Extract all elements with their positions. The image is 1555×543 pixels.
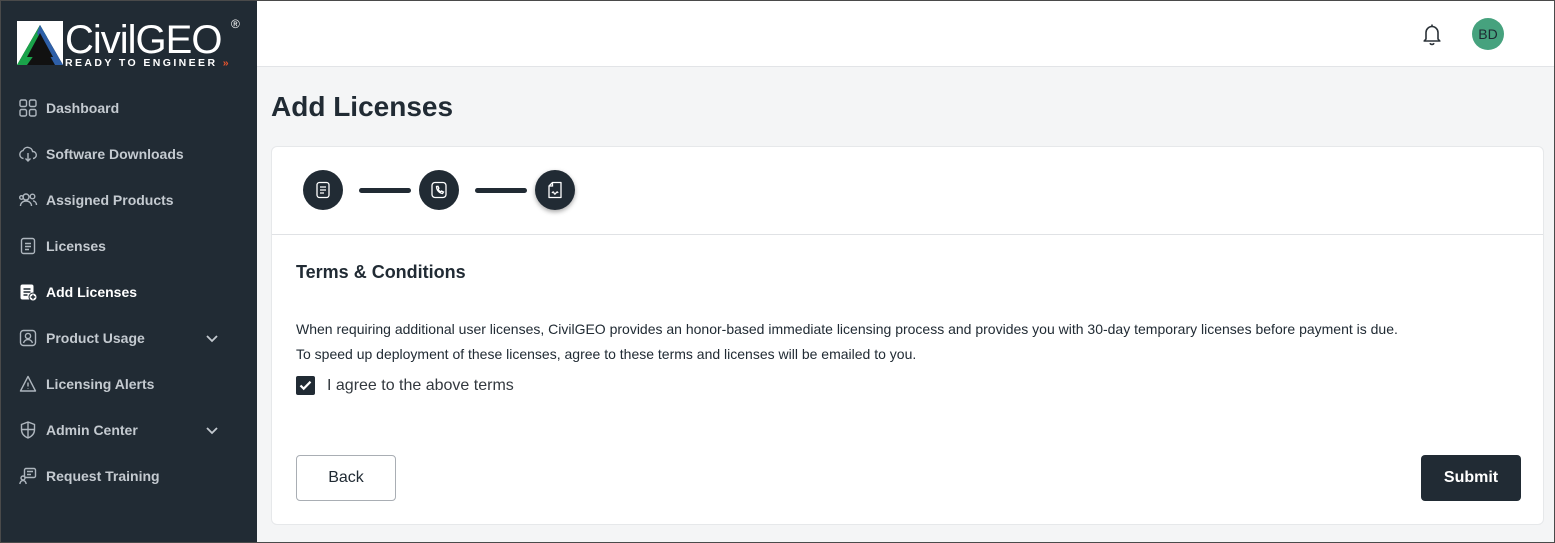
- civilgeo-logo[interactable]: CivilGEO ® READY TO ENGINEER »: [17, 17, 243, 69]
- registered-mark: ®: [231, 17, 240, 31]
- cloud-download-icon: [18, 144, 38, 164]
- sidebar-item-label: Request Training: [46, 468, 160, 484]
- sidebar-item-assigned-products[interactable]: Assigned Products: [1, 177, 257, 223]
- agree-checkbox[interactable]: [296, 376, 315, 395]
- app-window: CivilGEO ® READY TO ENGINEER » Dashboard…: [0, 0, 1555, 543]
- logo-tagline: READY TO ENGINEER »: [65, 57, 229, 69]
- training-icon: [18, 466, 38, 486]
- terms-line-2: To speed up deployment of these licenses…: [296, 346, 917, 362]
- terms-title: Terms & Conditions: [296, 262, 466, 282]
- sidebar-item-software-downloads[interactable]: Software Downloads: [1, 131, 257, 177]
- logo-mark-icon: [17, 21, 63, 65]
- sidebar-item-label: Software Downloads: [46, 146, 184, 162]
- add-document-icon: [18, 282, 38, 302]
- terms-line-1: When requiring additional user licenses,…: [296, 321, 1398, 337]
- chevron-down-icon[interactable]: [204, 330, 220, 346]
- stepper: [272, 147, 1543, 235]
- top-bar: BD: [257, 1, 1554, 67]
- document-icon: [18, 236, 38, 256]
- usage-icon: [18, 328, 38, 348]
- sidebar-item-label: Admin Center: [46, 422, 138, 438]
- sidebar-item-admin-center[interactable]: Admin Center: [1, 407, 257, 453]
- page-title: Add Licenses: [271, 91, 454, 122]
- sidebar: CivilGEO ® READY TO ENGINEER » Dashboard…: [1, 1, 257, 542]
- phone-icon: [431, 181, 447, 199]
- sidebar-item-label: Licensing Alerts: [46, 376, 155, 392]
- chevron-down-icon[interactable]: [204, 422, 220, 438]
- checkmark-icon: [299, 380, 312, 391]
- terms-text: When requiring additional user licenses,…: [296, 317, 1398, 367]
- step-1-document: [303, 170, 343, 210]
- bell-icon[interactable]: [1421, 22, 1443, 46]
- shield-icon: [18, 420, 38, 440]
- grid-icon: [18, 98, 38, 118]
- agree-terms-row[interactable]: I agree to the above terms: [296, 376, 514, 395]
- add-licenses-card: Terms & Conditions When requiring additi…: [271, 146, 1544, 525]
- sidebar-item-dashboard[interactable]: Dashboard: [1, 85, 257, 131]
- tagline-arrows: »: [222, 57, 229, 69]
- document-icon: [316, 181, 330, 199]
- contract-icon: [548, 181, 562, 199]
- sidebar-item-add-licenses[interactable]: Add Licenses: [1, 269, 257, 315]
- sidebar-item-label: Product Usage: [46, 330, 145, 346]
- step-2-phone: [419, 170, 459, 210]
- sidebar-item-label: Licenses: [46, 238, 106, 254]
- alert-icon: [18, 374, 38, 394]
- sidebar-item-label: Assigned Products: [46, 192, 174, 208]
- sidebar-nav: Dashboard Software Downloads Assigned Pr…: [1, 85, 257, 499]
- back-button[interactable]: Back: [296, 455, 396, 501]
- step-connector: [475, 188, 527, 193]
- step-connector: [359, 188, 411, 193]
- sidebar-item-licensing-alerts[interactable]: Licensing Alerts: [1, 361, 257, 407]
- logo-wordmark: CivilGEO: [65, 18, 222, 62]
- sidebar-item-product-usage[interactable]: Product Usage: [1, 315, 257, 361]
- submit-button[interactable]: Submit: [1421, 455, 1521, 501]
- sidebar-item-licenses[interactable]: Licenses: [1, 223, 257, 269]
- step-3-contract: [535, 170, 575, 210]
- tagline-text: READY TO ENGINEER: [65, 57, 218, 69]
- avatar[interactable]: BD: [1472, 18, 1504, 50]
- sidebar-item-label: Dashboard: [46, 100, 120, 116]
- users-icon: [18, 190, 38, 210]
- agree-label: I agree to the above terms: [327, 376, 514, 394]
- sidebar-item-label: Add Licenses: [46, 284, 138, 300]
- sidebar-item-request-training[interactable]: Request Training: [1, 453, 257, 499]
